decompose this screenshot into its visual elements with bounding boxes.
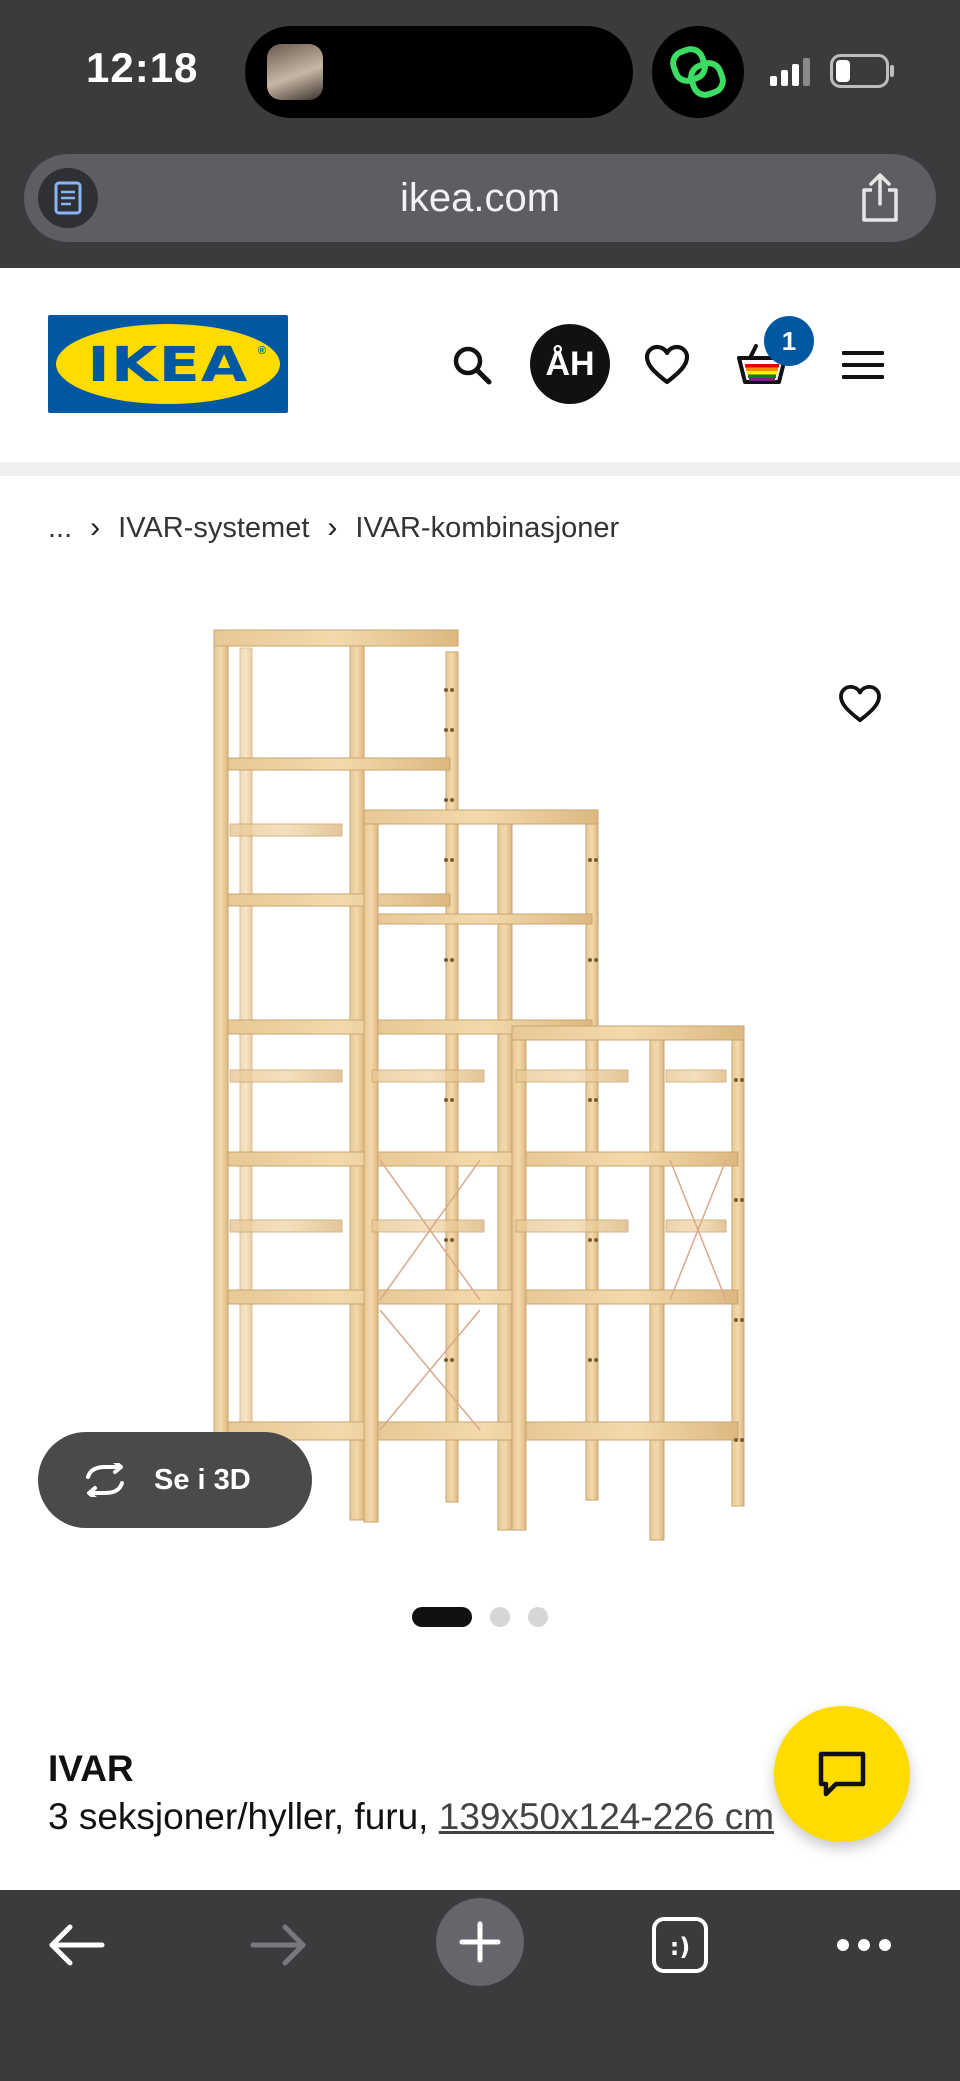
carousel-dot-1[interactable] (412, 1607, 472, 1627)
search-button[interactable] (438, 331, 506, 399)
breadcrumb-item-ivar-systemet[interactable]: IVAR-systemet (118, 512, 309, 545)
breadcrumb: ... › IVAR-systemet › IVAR-kombinasjoner (48, 508, 619, 548)
breadcrumb-item-ivar-kombinasjoner[interactable]: IVAR-kombinasjoner (355, 512, 619, 545)
rotate-3d-icon (80, 1463, 130, 1497)
back-button[interactable] (17, 1890, 137, 2000)
forward-button[interactable] (218, 1890, 338, 2000)
header-divider (0, 462, 960, 476)
cellular-signal-icon (770, 58, 810, 86)
now-playing-thumbnail (267, 44, 323, 100)
product-description-text: 3 seksjoner/hyller, furu, (48, 1796, 439, 1837)
dynamic-island (245, 26, 633, 118)
view-in-3d-button[interactable]: Se i 3D (38, 1432, 312, 1528)
battery-icon (830, 54, 894, 88)
menu-button[interactable] (829, 331, 897, 399)
status-bar: 12:18 (0, 0, 960, 140)
product-description: 3 seksjoner/hyller, furu, 139x50x124-226… (48, 1796, 774, 1838)
chat-button[interactable] (774, 1706, 910, 1842)
link-icon (652, 26, 744, 118)
breadcrumb-ellipsis[interactable]: ... (48, 512, 72, 545)
hamburger-menu-icon (842, 351, 884, 379)
cart-count-badge: 1 (764, 316, 814, 366)
account-avatar[interactable]: ÅH (530, 324, 610, 404)
tabs-button[interactable]: :) (620, 1890, 740, 2000)
address-bar[interactable]: ikea.com (24, 154, 936, 242)
ellipsis-icon (837, 1939, 891, 1951)
favorites-button[interactable] (633, 331, 701, 399)
site-header: IKEA ® ÅH 1 (0, 268, 960, 462)
url-text[interactable]: ikea.com (24, 176, 936, 221)
status-time: 12:18 (86, 44, 199, 91)
add-to-favorites-button[interactable] (830, 674, 890, 734)
share-icon (862, 173, 898, 222)
svg-text::): :) (670, 1933, 691, 1961)
view-in-3d-label: Se i 3D (154, 1463, 251, 1496)
carousel-dot-3[interactable] (528, 1607, 548, 1627)
more-options-button[interactable] (804, 1890, 924, 2000)
logo-wordmark: IKEA (87, 337, 249, 393)
arrow-left-icon (49, 1924, 105, 1966)
ikea-logo[interactable]: IKEA ® (48, 315, 288, 413)
product-dimensions-link[interactable]: 139x50x124-226 cm (439, 1796, 774, 1837)
plus-icon (459, 1921, 501, 1963)
chat-bubble-icon (818, 1751, 866, 1797)
browser-address-area: ikea.com (0, 140, 960, 268)
search-icon (453, 346, 492, 385)
chevron-right-icon: › (327, 511, 338, 544)
heart-icon (644, 344, 690, 385)
new-tab-button[interactable] (436, 1898, 524, 1986)
carousel-dot-2[interactable] (490, 1607, 510, 1627)
image-carousel-indicator (0, 1606, 960, 1628)
product-name: IVAR (48, 1748, 134, 1789)
heart-icon (839, 684, 881, 723)
chevron-right-icon: › (90, 511, 101, 544)
tabs-icon: :) (652, 1917, 708, 1973)
share-button[interactable] (858, 172, 902, 229)
browser-toolbar: :) (0, 1890, 960, 2081)
logo-registered-mark: ® (257, 345, 266, 357)
arrow-right-icon (250, 1924, 306, 1966)
